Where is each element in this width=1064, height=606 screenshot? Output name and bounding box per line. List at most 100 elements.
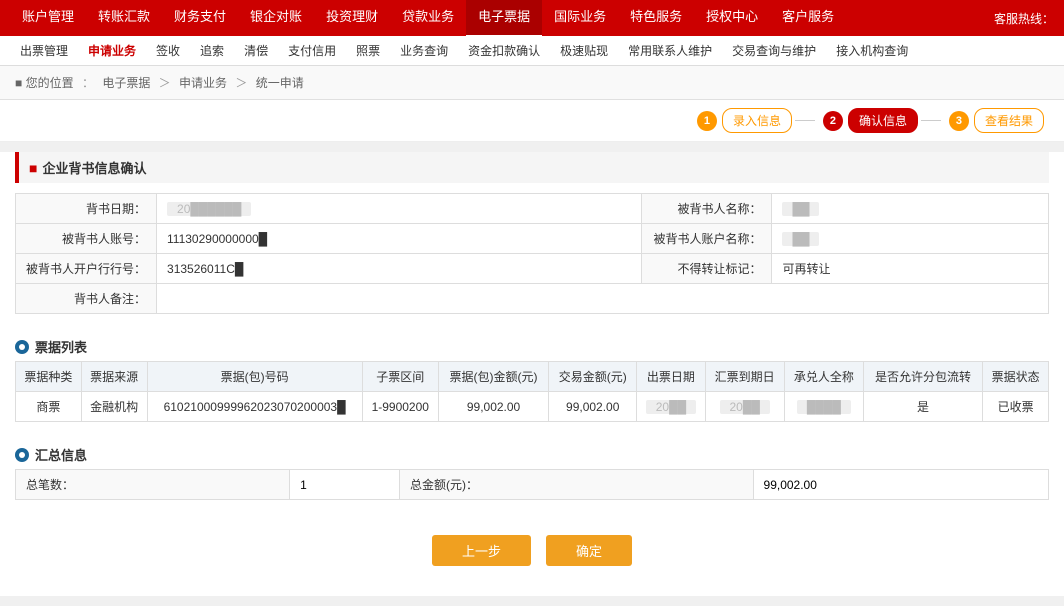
info-row-bankcode: 被背书人开户行行号： 313526011C█ 不得转让标记： 可再转让 [16, 254, 1049, 284]
label-endorse-date: 背书日期： [16, 194, 157, 224]
step2-label: 确认信息 [848, 108, 918, 133]
cell-acceptor: ████ [784, 392, 863, 422]
summary-title-text: 汇总信息 [35, 445, 87, 464]
info-row-remark: 背书人备注： [16, 284, 1049, 314]
cell-code: 61021000999962023070200003█ [147, 392, 362, 422]
step-1: 1 录入信息 [697, 108, 792, 133]
subnav-apply[interactable]: 申请业务 [78, 36, 146, 66]
nav-service[interactable]: 客户服务 [770, 0, 846, 37]
summary-title-icon [15, 448, 29, 462]
endorsement-info-table: 背书日期： 20██████ 被背书人名称： ██ 被背书人账号： 111302… [15, 193, 1049, 314]
step3-label: 查看结果 [974, 108, 1044, 133]
breadcrumb-item2: 申请业务 [179, 76, 227, 90]
th-amount: 票据(包)金额(元) [438, 362, 548, 392]
ticket-title-icon [15, 340, 29, 354]
ticket-table: 票据种类 票据来源 票据(包)号码 子票区间 票据(包)金额(元) 交易金额(元… [15, 361, 1049, 422]
subnav-txquery[interactable]: 交易查询与维护 [722, 36, 826, 66]
label-total-amount: 总金额(元)： [400, 470, 753, 500]
cell-due-date: 20██ [705, 392, 784, 422]
step-connector-1 [795, 120, 815, 121]
nav-intl[interactable]: 国际业务 [542, 0, 618, 37]
nav-loan[interactable]: 贷款业务 [390, 0, 466, 37]
acceptor-value: ████ [797, 400, 851, 414]
breadcrumb-item3: 统一申请 [256, 76, 304, 90]
main-content: ■ 企业背书信息确认 背书日期： 20██████ 被背书人名称： ██ 被背书… [0, 152, 1064, 596]
value-endorse-date: 20██████ [157, 194, 642, 224]
value-no-transfer: 可再转让 [772, 254, 1049, 284]
th-trade-amount: 交易金额(元) [549, 362, 637, 392]
cell-subrange: 1-9900200 [362, 392, 438, 422]
issue-date-value: 20██ [646, 400, 696, 414]
buttons-area: 上一步 确定 [15, 520, 1049, 581]
step-3: 3 查看结果 [949, 108, 1044, 133]
endorsee-acct-name-value: ██ [782, 232, 819, 246]
breadcrumb-icon: ■ [15, 76, 22, 90]
subnav-photo[interactable]: 照票 [346, 36, 390, 66]
prev-button[interactable]: 上一步 [432, 535, 531, 566]
subnav-sign[interactable]: 签收 [146, 36, 190, 66]
cell-status: 已收票 [983, 392, 1049, 422]
th-issue-date: 出票日期 [637, 362, 705, 392]
value-endorsee-account: 11130290000000█ [157, 224, 642, 254]
due-date-value: 20██ [720, 400, 770, 414]
subnav-claim[interactable]: 追索 [190, 36, 234, 66]
th-due-date: 汇票到期日 [705, 362, 784, 392]
value-total-count: 1 [290, 470, 400, 500]
label-endorsee-account-name: 被背书人账户名称： [642, 224, 772, 254]
th-acceptor: 承兑人全称 [784, 362, 863, 392]
step-connector-2 [921, 120, 941, 121]
value-bank-code: 313526011C█ [157, 254, 642, 284]
th-status: 票据状态 [983, 362, 1049, 392]
cell-allow-split: 是 [863, 392, 982, 422]
nav-finance[interactable]: 财务支付 [162, 0, 238, 37]
breadcrumb-item1: 电子票据 [102, 76, 150, 90]
label-total-count: 总笔数： [16, 470, 290, 500]
breadcrumb-root: 您的位置 [26, 76, 74, 90]
info-row-account: 被背书人账号： 11130290000000█ 被背书人账户名称： ██ [16, 224, 1049, 254]
th-code: 票据(包)号码 [147, 362, 362, 392]
info-row-date: 背书日期： 20██████ 被背书人名称： ██ [16, 194, 1049, 224]
endorsee-name-value: ██ [782, 202, 819, 216]
top-nav: 账户管理 转账汇款 财务支付 银企对账 投资理财 贷款业务 电子票据 国际业务 … [10, 0, 846, 37]
endorse-date-value: 20██████ [167, 202, 251, 216]
value-endorsee-account-name: ██ [772, 224, 1049, 254]
table-row: 商票 金融机构 61021000999962023070200003█ 1-99… [16, 392, 1049, 422]
subnav-issue[interactable]: 出票管理 [10, 36, 78, 66]
top-service-label: 客服热线： [994, 10, 1054, 27]
nav-account[interactable]: 账户管理 [10, 0, 86, 37]
nav-auth[interactable]: 授权中心 [694, 0, 770, 37]
nav-ebill[interactable]: 电子票据 [466, 0, 542, 37]
subnav-credit[interactable]: 支付信用 [278, 36, 346, 66]
cell-amount: 99,002.00 [438, 392, 548, 422]
nav-transfer[interactable]: 转账汇款 [86, 0, 162, 37]
subnav-query[interactable]: 业务查询 [390, 36, 458, 66]
value-total-amount: 99,002.00 [753, 470, 1048, 500]
nav-special[interactable]: 特色服务 [618, 0, 694, 37]
cell-type: 商票 [16, 392, 82, 422]
nav-reconcile[interactable]: 银企对账 [238, 0, 314, 37]
cell-issue-date: 20██ [637, 392, 705, 422]
step3-circle: 3 [949, 111, 969, 131]
label-endorsee-account: 被背书人账号： [16, 224, 157, 254]
th-source: 票据来源 [81, 362, 147, 392]
subnav-clear[interactable]: 清偿 [234, 36, 278, 66]
breadcrumb: ■ 您的位置 ： 电子票据 ＞ 申请业务 ＞ 统一申请 [0, 66, 1064, 100]
step1-label: 录入信息 [722, 108, 792, 133]
label-no-transfer: 不得转让标记： [642, 254, 772, 284]
section-title-text: 企业背书信息确认 [42, 158, 146, 177]
summary-title: 汇总信息 [15, 437, 1049, 469]
th-allow-split: 是否允许分包流转 [863, 362, 982, 392]
cell-trade-amount: 99,002.00 [549, 392, 637, 422]
ticket-list-title: 票据列表 [15, 329, 1049, 361]
cell-source: 金融机构 [81, 392, 147, 422]
label-endorsee-name: 被背书人名称： [642, 194, 772, 224]
top-bar: 账户管理 转账汇款 财务支付 银企对账 投资理财 贷款业务 电子票据 国际业务 … [0, 0, 1064, 36]
value-remark [157, 284, 1049, 314]
subnav-deduct[interactable]: 资金扣款确认 [458, 36, 550, 66]
subnav-institution[interactable]: 接入机构查询 [826, 36, 918, 66]
nav-invest[interactable]: 投资理财 [314, 0, 390, 37]
subnav-discount[interactable]: 极速贴现 [550, 36, 618, 66]
step-2: 2 确认信息 [823, 108, 918, 133]
confirm-button[interactable]: 确定 [546, 535, 632, 566]
subnav-contacts[interactable]: 常用联系人维护 [618, 36, 722, 66]
